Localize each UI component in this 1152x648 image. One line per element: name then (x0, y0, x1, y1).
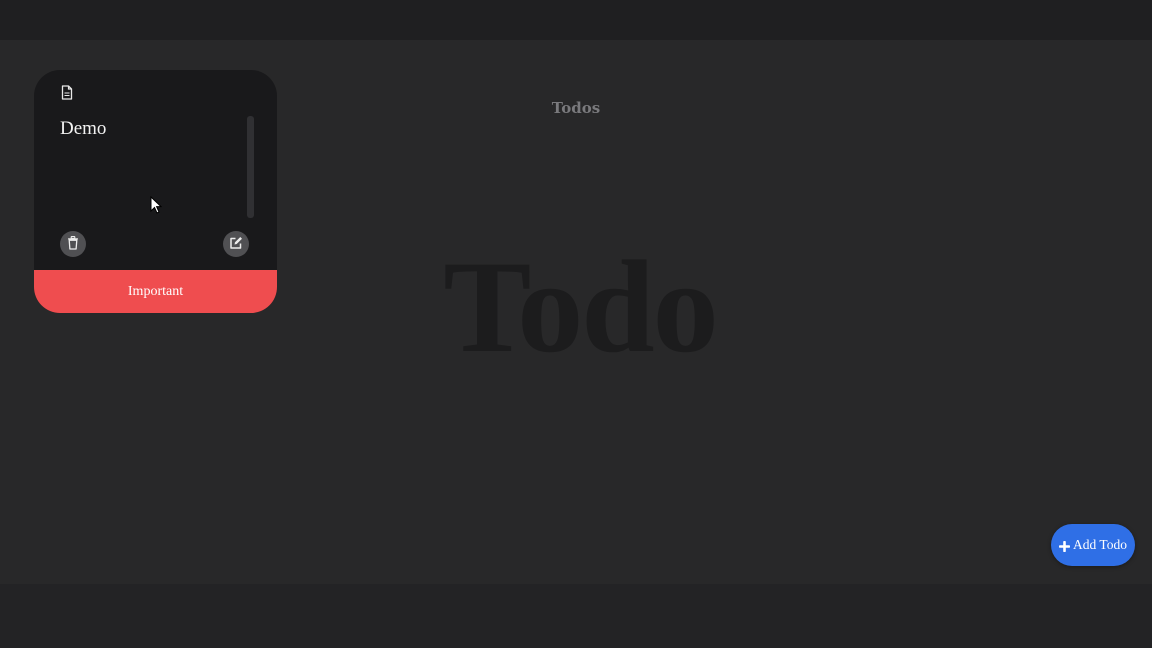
todo-title: Demo (60, 118, 107, 139)
delete-todo-button[interactable] (60, 231, 86, 257)
edit-todo-button[interactable] (223, 231, 249, 257)
card-scrollbar[interactable] (247, 116, 254, 218)
todo-card[interactable]: Demo Important (34, 70, 277, 313)
trash-icon (67, 235, 79, 254)
add-todo-button[interactable]: Add Todo (1051, 524, 1135, 566)
background-watermark: Todo (443, 233, 718, 380)
document-icon (61, 85, 73, 100)
mouse-cursor-icon (150, 195, 163, 214)
add-todo-label: Add Todo (1073, 537, 1127, 552)
top-bar (0, 0, 1152, 40)
plus-icon (1059, 540, 1071, 552)
priority-label: Important (34, 270, 277, 313)
bottom-bar (0, 584, 1152, 648)
edit-icon (229, 235, 243, 254)
